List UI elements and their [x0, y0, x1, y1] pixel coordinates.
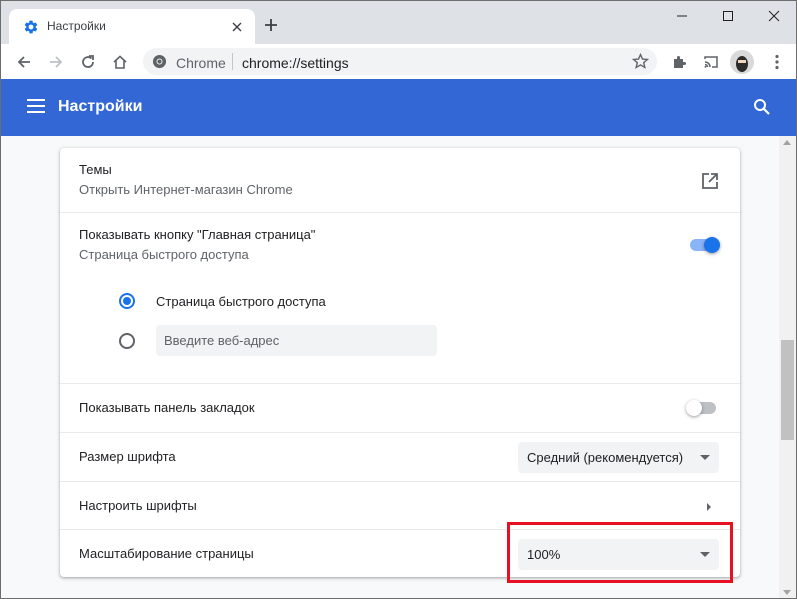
maximize-button[interactable] — [713, 5, 743, 27]
address-bar[interactable]: Chrome chrome://settings — [143, 48, 657, 75]
scroll-down-arrow-icon[interactable] — [783, 590, 791, 595]
forward-button[interactable] — [43, 49, 69, 75]
home-button-sublabel: Страница быстрого доступа — [79, 247, 249, 262]
omnibox-url: chrome://settings — [242, 55, 349, 71]
minimize-icon — [677, 15, 687, 17]
home-icon — [113, 55, 127, 69]
themes-sublabel: Открыть Интернет-магазин Chrome — [79, 182, 293, 197]
bookmarks-bar-row: Показывать панель закладок — [60, 383, 740, 432]
highlight-box — [507, 522, 733, 583]
window-close-button[interactable] — [759, 5, 789, 27]
maximize-icon — [723, 11, 733, 21]
bookmarks-bar-label: Показывать панель закладок — [79, 400, 255, 415]
scroll-up-arrow-icon[interactable] — [783, 140, 791, 145]
home-button-toggle[interactable] — [688, 237, 720, 253]
plus-icon — [265, 19, 277, 31]
minimize-button[interactable] — [667, 5, 697, 27]
extensions-button[interactable] — [666, 49, 692, 75]
appearance-card: Темы Открыть Интернет-магазин Chrome Пок… — [60, 148, 740, 577]
profile-avatar[interactable] — [730, 50, 754, 74]
scroll-thumb[interactable] — [781, 340, 794, 440]
arrow-right-icon — [50, 56, 63, 68]
dropdown-arrow-icon — [700, 455, 710, 460]
omnibox-separator — [232, 53, 233, 70]
toggle-knob — [704, 237, 720, 253]
tab-title: Настройки — [47, 19, 106, 33]
page-scrollbar[interactable] — [779, 136, 796, 598]
font-size-value: Средний (рекомендуется) — [527, 450, 684, 465]
themes-label: Темы — [79, 162, 112, 177]
themes-row[interactable]: Темы Открыть Интернет-магазин Chrome — [60, 148, 740, 212]
star-icon[interactable] — [632, 53, 649, 70]
font-size-row: Размер шрифта Средний (рекомендуется) — [60, 432, 740, 481]
search-icon[interactable] — [753, 98, 771, 116]
cast-icon — [704, 56, 718, 68]
radio-custom-url[interactable] — [119, 333, 135, 349]
omnibox-scheme-label: Chrome — [176, 55, 226, 71]
back-button[interactable] — [11, 49, 37, 75]
open-in-new-icon[interactable] — [701, 172, 719, 190]
home-button[interactable] — [107, 49, 133, 75]
tab-strip: Настройки — [0, 0, 797, 45]
browser-toolbar: Chrome chrome://settings — [0, 44, 797, 79]
close-icon — [768, 10, 780, 22]
custom-url-input[interactable] — [156, 325, 437, 356]
gear-icon — [24, 20, 38, 34]
reload-button[interactable] — [75, 49, 101, 75]
arrow-left-icon — [17, 56, 30, 68]
menu-button[interactable] — [764, 49, 790, 75]
tab-close-button[interactable] — [227, 17, 247, 37]
page-title: Настройки — [58, 98, 143, 115]
tab-settings[interactable]: Настройки — [9, 9, 255, 45]
font-size-label: Размер шрифта — [79, 449, 176, 464]
font-size-select[interactable]: Средний (рекомендуется) — [518, 442, 719, 473]
chevron-right-icon — [707, 503, 711, 511]
chrome-logo-icon — [152, 54, 167, 69]
radio-newtab-label: Страница быстрого доступа — [156, 294, 326, 309]
hamburger-menu-icon[interactable] — [27, 99, 45, 113]
bookmarks-bar-toggle[interactable] — [686, 400, 718, 416]
puzzle-icon — [674, 56, 686, 68]
close-icon — [232, 22, 242, 32]
more-vert-icon — [775, 54, 779, 70]
cast-button[interactable] — [698, 49, 724, 75]
reload-icon — [82, 55, 94, 68]
avatar-icon — [730, 50, 754, 74]
toggle-knob — [686, 400, 702, 416]
radio-newtab[interactable] — [119, 293, 135, 309]
customize-fonts-label: Настроить шрифты — [79, 498, 197, 513]
home-button-row: Показывать кнопку "Главная страница" Стр… — [60, 212, 740, 383]
settings-header: Настройки — [0, 79, 797, 136]
home-button-label: Показывать кнопку "Главная страница" — [79, 227, 316, 242]
page-zoom-label: Масштабирование страницы — [79, 546, 254, 561]
new-tab-button[interactable] — [261, 15, 281, 35]
